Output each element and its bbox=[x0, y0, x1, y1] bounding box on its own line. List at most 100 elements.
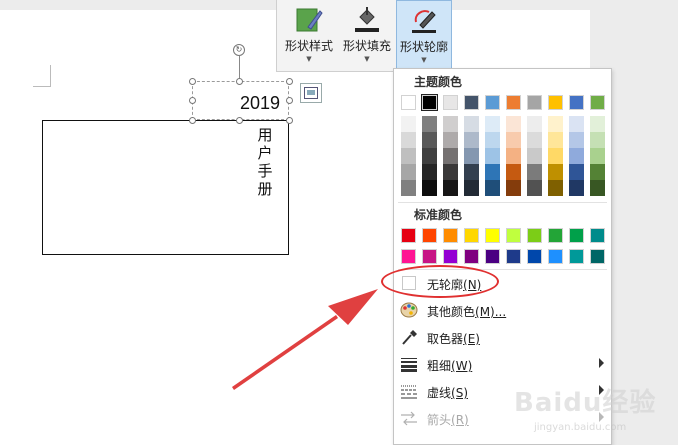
theme-shade-swatch[interactable] bbox=[527, 148, 542, 164]
theme-shade-swatch[interactable] bbox=[548, 164, 563, 180]
standard-color-swatch[interactable] bbox=[485, 249, 500, 264]
theme-shade-swatch[interactable] bbox=[527, 116, 542, 132]
theme-shade-swatch[interactable] bbox=[401, 132, 416, 148]
resize-handle[interactable] bbox=[286, 78, 293, 85]
theme-shade-swatch[interactable] bbox=[506, 148, 521, 164]
theme-shade-swatch[interactable] bbox=[443, 116, 458, 132]
theme-shade-swatch[interactable] bbox=[548, 180, 563, 196]
theme-shade-swatch[interactable] bbox=[443, 180, 458, 196]
vertical-text[interactable]: 用 户 手 册 bbox=[256, 126, 274, 198]
theme-shade-swatch[interactable] bbox=[590, 116, 605, 132]
resize-handle[interactable] bbox=[286, 97, 293, 104]
resize-handle[interactable] bbox=[236, 117, 243, 124]
standard-color-swatch[interactable] bbox=[422, 228, 437, 243]
theme-shade-swatch[interactable] bbox=[401, 180, 416, 196]
standard-color-swatch[interactable] bbox=[590, 249, 605, 264]
theme-shade-swatch[interactable] bbox=[548, 148, 563, 164]
theme-shade-swatch[interactable] bbox=[569, 132, 584, 148]
standard-color-swatch[interactable] bbox=[548, 249, 563, 264]
theme-shade-swatch[interactable] bbox=[401, 116, 416, 132]
theme-shade-swatch[interactable] bbox=[464, 164, 479, 180]
theme-shade-swatch[interactable] bbox=[401, 148, 416, 164]
menu-item-eyedropper[interactable]: 取色器(E) bbox=[394, 324, 611, 351]
resize-handle[interactable] bbox=[189, 78, 196, 85]
theme-shade-swatch[interactable] bbox=[590, 180, 605, 196]
resize-handle[interactable] bbox=[286, 117, 293, 124]
theme-shade-swatch[interactable] bbox=[443, 148, 458, 164]
theme-shade-swatch[interactable] bbox=[401, 164, 416, 180]
standard-color-swatch[interactable] bbox=[527, 249, 542, 264]
theme-shade-swatch[interactable] bbox=[464, 116, 479, 132]
menu-item-more-colors[interactable]: 其他颜色(M)... bbox=[394, 297, 611, 324]
shape-fill-button[interactable]: 形状填充 ▼ bbox=[339, 0, 395, 70]
theme-shade-swatch[interactable] bbox=[485, 116, 500, 132]
layout-options-button[interactable] bbox=[300, 83, 322, 103]
rotate-handle-icon[interactable]: ↻ bbox=[233, 44, 245, 56]
theme-shade-swatch[interactable] bbox=[485, 148, 500, 164]
theme-color-swatch[interactable] bbox=[548, 95, 563, 110]
theme-shade-swatch[interactable] bbox=[506, 116, 521, 132]
theme-shade-swatch[interactable] bbox=[464, 180, 479, 196]
theme-shade-swatch[interactable] bbox=[422, 148, 437, 164]
theme-shade-swatch[interactable] bbox=[569, 116, 584, 132]
theme-shade-swatch[interactable] bbox=[422, 132, 437, 148]
standard-color-swatch[interactable] bbox=[590, 228, 605, 243]
theme-color-swatch[interactable] bbox=[421, 94, 438, 111]
theme-shade-swatch[interactable] bbox=[443, 164, 458, 180]
theme-shade-swatch[interactable] bbox=[548, 132, 563, 148]
theme-shade-swatch[interactable] bbox=[422, 116, 437, 132]
theme-color-swatch[interactable] bbox=[569, 95, 584, 110]
theme-shade-swatch[interactable] bbox=[590, 164, 605, 180]
theme-shade-swatch[interactable] bbox=[506, 180, 521, 196]
theme-shade-swatch[interactable] bbox=[527, 164, 542, 180]
standard-color-swatch[interactable] bbox=[527, 228, 542, 243]
standard-color-swatch[interactable] bbox=[569, 249, 584, 264]
theme-color-swatch[interactable] bbox=[506, 95, 521, 110]
resize-handle[interactable] bbox=[189, 97, 196, 104]
resize-handle[interactable] bbox=[236, 78, 243, 85]
standard-color-swatch[interactable] bbox=[548, 228, 563, 243]
theme-shade-swatch[interactable] bbox=[590, 148, 605, 164]
theme-shade-swatch[interactable] bbox=[443, 132, 458, 148]
shape-outline-button[interactable]: 形状轮廓 ▼ bbox=[396, 0, 452, 70]
theme-shade-swatch[interactable] bbox=[527, 180, 542, 196]
standard-color-swatch[interactable] bbox=[422, 249, 437, 264]
standard-color-swatch[interactable] bbox=[401, 228, 416, 243]
theme-shade-swatch[interactable] bbox=[464, 132, 479, 148]
theme-color-swatch[interactable] bbox=[464, 95, 479, 110]
standard-color-swatch[interactable] bbox=[506, 249, 521, 264]
theme-color-swatch[interactable] bbox=[590, 95, 605, 110]
standard-color-swatch[interactable] bbox=[464, 228, 479, 243]
theme-shade-swatch[interactable] bbox=[485, 180, 500, 196]
theme-shade-swatch[interactable] bbox=[506, 132, 521, 148]
theme-shade-swatch[interactable] bbox=[422, 180, 437, 196]
theme-shade-swatch[interactable] bbox=[548, 116, 563, 132]
theme-shade-swatch[interactable] bbox=[569, 164, 584, 180]
theme-shade-swatch[interactable] bbox=[485, 164, 500, 180]
theme-color-swatch[interactable] bbox=[401, 95, 416, 110]
standard-color-swatch[interactable] bbox=[443, 228, 458, 243]
standard-color-swatch[interactable] bbox=[464, 249, 479, 264]
shape-style-button[interactable]: 形状样式 ▼ bbox=[281, 0, 337, 70]
standard-color-swatch[interactable] bbox=[443, 249, 458, 264]
standard-color-swatch[interactable] bbox=[506, 228, 521, 243]
theme-shade-swatch[interactable] bbox=[569, 180, 584, 196]
rectangle-shape[interactable] bbox=[42, 120, 289, 255]
theme-shade-swatch[interactable] bbox=[485, 132, 500, 148]
pen-outline-icon bbox=[412, 10, 436, 33]
theme-shade-swatch[interactable] bbox=[464, 148, 479, 164]
theme-shade-swatch[interactable] bbox=[506, 164, 521, 180]
resize-handle[interactable] bbox=[189, 117, 196, 124]
textbox-text[interactable]: 2019 bbox=[240, 93, 280, 114]
theme-shade-swatch[interactable] bbox=[527, 132, 542, 148]
standard-color-swatch[interactable] bbox=[401, 249, 416, 264]
theme-color-swatch[interactable] bbox=[527, 95, 542, 110]
theme-shade-swatch[interactable] bbox=[590, 132, 605, 148]
theme-color-swatch[interactable] bbox=[485, 95, 500, 110]
selected-textbox[interactable]: 2019 bbox=[192, 81, 289, 120]
theme-color-swatch[interactable] bbox=[443, 95, 458, 110]
standard-color-swatch[interactable] bbox=[485, 228, 500, 243]
theme-shade-swatch[interactable] bbox=[422, 164, 437, 180]
standard-color-swatch[interactable] bbox=[569, 228, 584, 243]
theme-shade-swatch[interactable] bbox=[569, 148, 584, 164]
